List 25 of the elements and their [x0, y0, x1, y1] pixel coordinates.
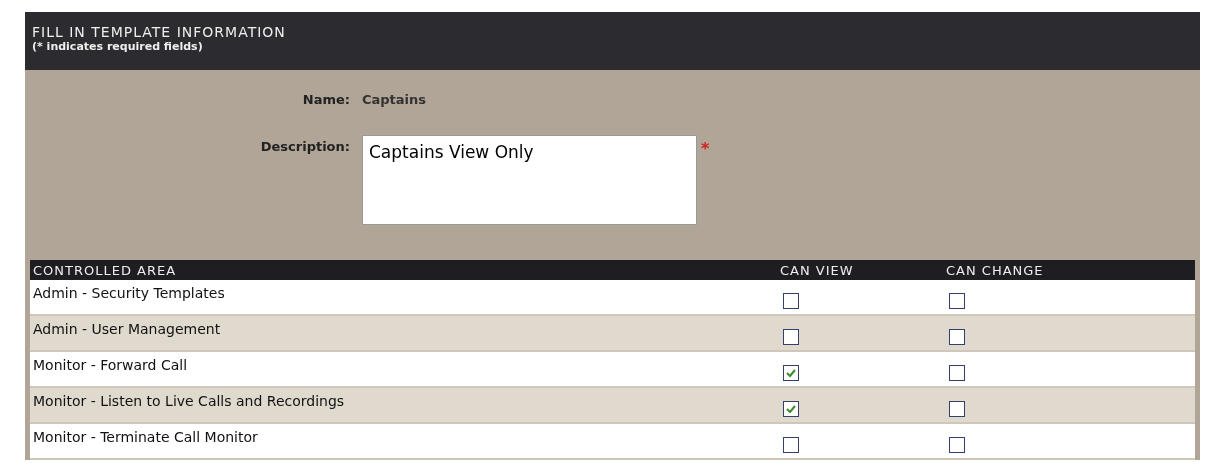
area-label: Monitor - Listen to Live Calls and Recordings	[32, 393, 346, 409]
column-header: CAN VIEW	[779, 262, 855, 278]
checkbox[interactable]	[949, 401, 965, 417]
checkbox[interactable]	[783, 401, 799, 417]
checkbox[interactable]	[949, 329, 965, 345]
checkbox[interactable]	[949, 365, 965, 381]
area-label: Monitor - Forward Call	[32, 357, 189, 373]
required-mark: *	[701, 139, 710, 158]
checkbox[interactable]	[949, 293, 965, 309]
name-value: Captains	[362, 92, 427, 107]
required-note: (* indicates required fields)	[32, 40, 204, 53]
description-label: Description:	[259, 139, 350, 154]
checkbox[interactable]	[783, 293, 799, 309]
checkbox[interactable]	[783, 329, 799, 345]
panel-title: FILL IN TEMPLATE INFORMATION	[32, 24, 287, 40]
checkbox[interactable]	[783, 365, 799, 381]
area-label: Admin - User Management	[32, 321, 222, 337]
area-label: Admin - Security Templates	[32, 285, 226, 301]
checkbox[interactable]	[783, 437, 799, 453]
area-label: Monitor - Terminate Call Monitor	[32, 429, 259, 445]
description-field[interactable]: Captains View Only	[362, 135, 697, 225]
name-label: Name:	[301, 92, 350, 107]
checkbox[interactable]	[949, 437, 965, 453]
column-header: CAN CHANGE	[945, 262, 1045, 278]
column-header: CONTROLLED AREA	[32, 262, 178, 278]
